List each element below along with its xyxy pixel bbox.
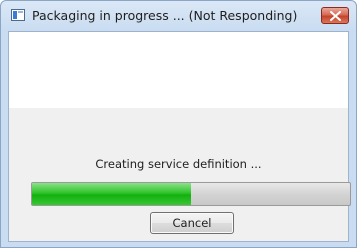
cancel-button[interactable]: Cancel [150, 212, 234, 234]
window-title: Packaging in progress ... (Not Respondin… [32, 8, 298, 23]
title-bar[interactable]: Packaging in progress ... (Not Respondin… [1, 1, 356, 31]
dialog-client-area: Creating service definition ... Cancel [8, 31, 351, 242]
content-panel [9, 32, 348, 108]
app-icon [11, 9, 25, 21]
dialog-window: Packaging in progress ... (Not Respondin… [0, 0, 357, 248]
status-message: Creating service definition ... [95, 157, 262, 171]
close-icon [330, 11, 341, 21]
progress-bar [31, 182, 351, 206]
close-button[interactable] [321, 7, 349, 24]
progress-bar-fill [32, 183, 191, 205]
